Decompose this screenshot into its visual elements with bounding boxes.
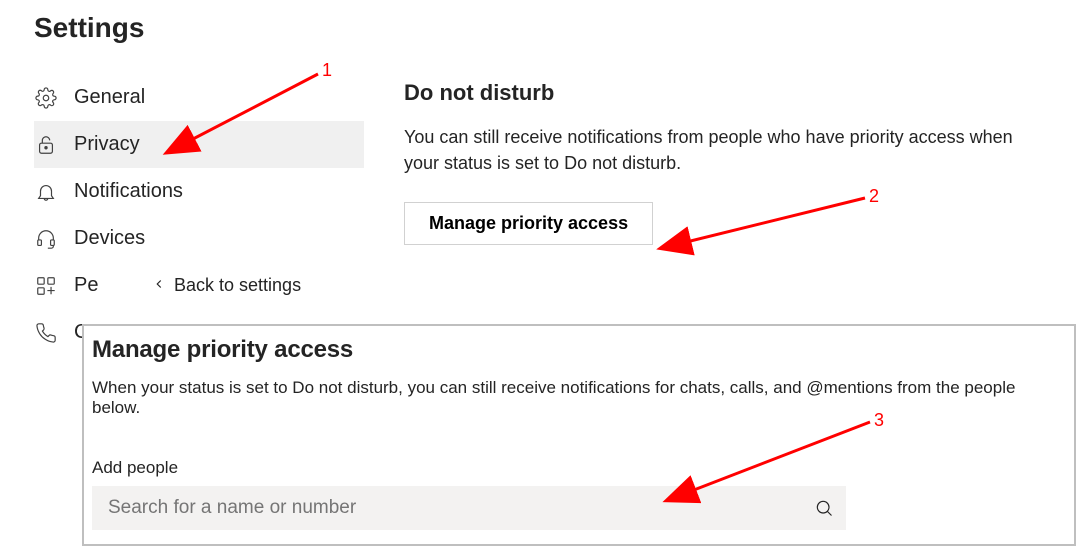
search-icon [802,486,846,530]
sidebar-item-label: Privacy [74,133,140,156]
annotation-1: 1 [322,60,332,81]
sidebar-item-privacy[interactable]: Privacy [34,121,364,168]
manage-priority-access-button[interactable]: Manage priority access [404,202,653,245]
bell-icon [34,180,58,204]
sidebar-item-label: Notifications [74,180,183,203]
panel-description: When your status is set to Do not distur… [92,378,1066,418]
sidebar-item-label: General [74,86,145,109]
panel-title: Manage priority access [92,336,1066,364]
search-box[interactable] [92,486,846,530]
sidebar-item-notifications[interactable]: Notifications [34,168,364,215]
sidebar-item-general[interactable]: General [34,74,364,121]
sidebar-item-label: Pe [74,274,98,297]
chevron-left-icon [152,275,168,296]
sidebar-item-permissions[interactable]: Pe Back to settings [34,262,364,309]
phone-icon [34,321,58,345]
annotation-2: 2 [869,186,879,207]
settings-sidebar: General Privacy Notifications Devices [34,74,364,356]
apps-icon [34,274,58,298]
gear-icon [34,86,58,110]
back-label: Back to settings [174,275,301,296]
lock-icon [34,133,58,157]
dnd-title: Do not disturb [404,80,1080,106]
sidebar-item-label: Devices [74,227,145,250]
annotation-3: 3 [874,410,884,431]
manage-priority-access-panel: Manage priority access When your status … [82,324,1076,546]
back-to-settings-link[interactable]: Back to settings [152,262,301,309]
search-input[interactable] [92,486,802,530]
page-title: Settings [34,12,1080,44]
headset-icon [34,227,58,251]
settings-content: Do not disturb You can still receive not… [364,74,1080,356]
sidebar-item-devices[interactable]: Devices [34,215,364,262]
add-people-label: Add people [92,458,1066,478]
dnd-description: You can still receive notifications from… [404,124,1024,176]
